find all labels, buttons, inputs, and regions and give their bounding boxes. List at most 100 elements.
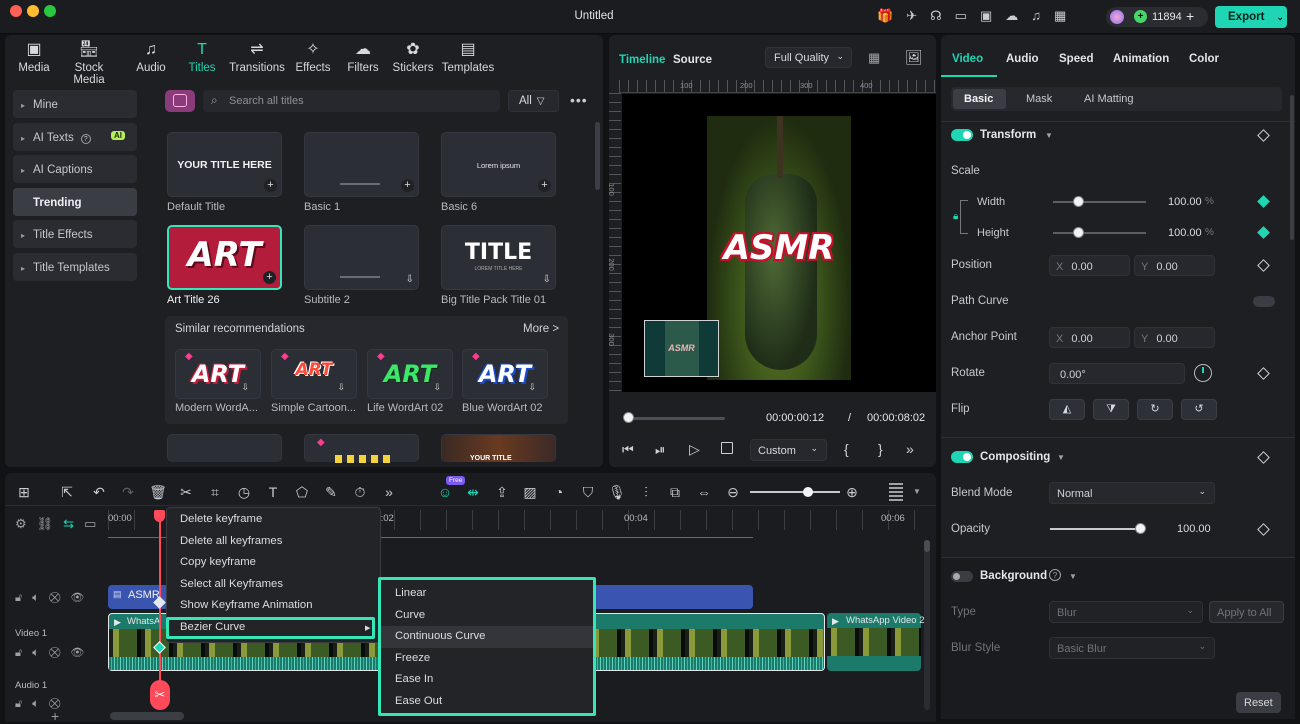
title-card[interactable]: + [304, 132, 419, 197]
media-tab-audio[interactable]: ♫ Audio [124, 40, 178, 80]
video-track-controls[interactable]: 🔓︎🔈︎⛒👁︎ [15, 646, 94, 660]
sidebar-item-trending[interactable]: Trending [13, 188, 137, 216]
speed-icon[interactable]: ◷ [234, 482, 254, 502]
position-y-field[interactable]: Y 0.00 [1134, 255, 1215, 276]
shield-icon[interactable]: ⛉ [578, 482, 598, 502]
video-clip-2[interactable]: ▶ WhatsApp Video 2 [827, 613, 925, 671]
download-icon[interactable]: ⇩ [433, 382, 441, 393]
caret-down-icon[interactable]: ▼ [1057, 453, 1065, 462]
playback-progress[interactable] [625, 417, 725, 420]
opacity-slider-knob[interactable] [1135, 523, 1146, 534]
tab-color[interactable]: Color [1189, 53, 1219, 65]
add-icon[interactable]: + [263, 271, 276, 284]
submenu-item-ease-out[interactable]: Ease Out [381, 691, 593, 713]
delete-icon[interactable]: 🗑︎ [148, 482, 168, 502]
text-icon[interactable]: T [263, 482, 283, 502]
pen-icon[interactable]: ✎ [321, 482, 341, 502]
title-card[interactable]: ART + [167, 225, 282, 290]
width-slider[interactable] [1053, 201, 1146, 203]
audio-track-controls[interactable]: 🔓︎🔈︎⛒ [15, 698, 70, 711]
split-icon[interactable]: ✂ [176, 482, 196, 502]
more-link[interactable]: More > [523, 323, 559, 335]
more-options-icon[interactable]: ••• [570, 92, 588, 108]
timeline-h-scrollbar[interactable] [110, 712, 184, 720]
help-icon[interactable]: ? [1049, 569, 1061, 581]
mini-navigator[interactable]: ASMR [644, 320, 719, 377]
tab-audio[interactable]: Audio [1006, 53, 1039, 65]
fit-icon[interactable]: ⇔ [694, 482, 714, 502]
shape-icon[interactable]: ⬠ [292, 482, 312, 502]
blur-style-select[interactable]: Basic Blur ⌄ [1049, 637, 1215, 659]
context-menu-item[interactable]: Delete keyframe [166, 509, 378, 531]
tab-animation[interactable]: Animation [1113, 53, 1169, 65]
sidebar-item-ai-texts[interactable]: ▸ AI Texts? AI [13, 123, 137, 151]
width-slider-knob[interactable] [1073, 196, 1084, 207]
media-tab-transitions[interactable]: ⇌ Transitions [226, 40, 288, 80]
tab-timeline[interactable]: Timeline [619, 54, 665, 66]
zoom-in-icon[interactable]: ⊕ [842, 482, 862, 502]
anchor-y-field[interactable]: Y 0.00 [1134, 327, 1215, 348]
caret-down-icon[interactable]: ▼ [913, 487, 921, 496]
add-icon[interactable]: + [401, 179, 414, 192]
subtab-ai-matting[interactable]: AI Matting [1084, 93, 1134, 105]
rotate-right-icon[interactable]: ↻ [1137, 399, 1173, 420]
path-curve-toggle[interactable] [1253, 296, 1275, 307]
track-tools[interactable]: ⚙⛓⇆▭ [15, 516, 106, 532]
title-card-partial[interactable]: ◆ [304, 434, 419, 463]
caret-down-icon[interactable]: ▼ [1069, 572, 1077, 581]
media-tab-templates[interactable]: ▤ Templates [437, 40, 499, 80]
title-card[interactable]: ⇩ [304, 225, 419, 290]
submenu-item-continuous-curve[interactable]: Continuous Curve [381, 626, 593, 648]
anchor-x-field[interactable]: X 0.00 [1049, 327, 1130, 348]
replace-icon[interactable]: ⧉ [665, 482, 685, 502]
media-tab-stock-media[interactable]: 🏪︎ Stock Media [58, 40, 120, 86]
download-icon[interactable]: ⇩ [241, 382, 249, 393]
overlay-title[interactable]: ASMR [707, 228, 851, 268]
sidebar-item-ai-captions[interactable]: ▸ AI Captions [13, 155, 137, 183]
context-menu-item[interactable]: Show Keyframe Animation [166, 595, 378, 617]
zoom-slider-knob[interactable] [803, 487, 813, 497]
sidebar-item-title-effects[interactable]: ▸ Title Effects [13, 220, 137, 248]
add-icon[interactable]: + [264, 179, 277, 192]
transform-toggle[interactable] [951, 129, 973, 141]
snap-icon[interactable]: ⇹ [463, 482, 483, 502]
flip-vertical-icon[interactable]: ⧩ [1093, 399, 1129, 420]
sidebar-item-mine[interactable]: ▸ Mine [13, 90, 137, 118]
tab-speed[interactable]: Speed [1059, 53, 1094, 65]
width-value[interactable]: 100.00 [1168, 196, 1202, 208]
play-step-icon[interactable]: ⏯ [655, 442, 665, 458]
download-icon[interactable]: ⇩ [406, 274, 414, 285]
microphone-icon[interactable]: 🎙︎ [607, 482, 627, 502]
scissors-icon[interactable]: ✂ [150, 680, 170, 710]
opacity-slider[interactable] [1050, 528, 1142, 530]
snapshot-icon[interactable]: 🖼 [905, 49, 923, 66]
zoom-select[interactable]: Custom ⌄ [750, 439, 827, 461]
redo-icon[interactable]: ↷ [118, 482, 138, 502]
caret-down-icon[interactable]: ▼ [1045, 131, 1053, 140]
tab-source[interactable]: Source [673, 54, 712, 66]
background-toggle[interactable] [951, 571, 973, 582]
zoom-slider[interactable] [750, 491, 840, 493]
sidebar-item-title-templates[interactable]: ▸ Title Templates [13, 253, 137, 281]
mark-out-icon[interactable]: } [878, 441, 883, 457]
download-icon[interactable]: ⇩ [543, 274, 551, 285]
recommendation-card[interactable]: ◆ ART ⇩ [462, 349, 548, 399]
select-tool-icon[interactable]: ⇱ [57, 482, 77, 502]
playhead-handle[interactable] [154, 510, 165, 522]
quality-select[interactable]: Full Quality ⌄ [765, 47, 852, 68]
rotate-field[interactable]: 0.00° [1049, 363, 1185, 384]
submenu-item-curve[interactable]: Curve [381, 605, 593, 627]
track-height-icon[interactable] [889, 483, 903, 501]
download-icon[interactable]: ⇩ [528, 382, 536, 393]
type-select[interactable]: Blur ⌄ [1049, 601, 1203, 623]
height-slider[interactable] [1053, 232, 1146, 234]
crop-icon[interactable]: ⌗ [205, 482, 225, 502]
height-value[interactable]: 100.00 [1168, 227, 1202, 239]
media-tab-stickers[interactable]: ✿ Stickers [385, 40, 441, 80]
subtab-basic[interactable]: Basic [964, 93, 993, 105]
zoom-out-icon[interactable]: ⊖ [723, 482, 743, 502]
credits-pill[interactable]: + 11894 + [1106, 7, 1208, 27]
compositing-toggle[interactable] [951, 451, 973, 463]
media-tab-media[interactable]: ▣ Media [6, 40, 62, 80]
layout-icon[interactable]: ⊞ [14, 482, 34, 502]
